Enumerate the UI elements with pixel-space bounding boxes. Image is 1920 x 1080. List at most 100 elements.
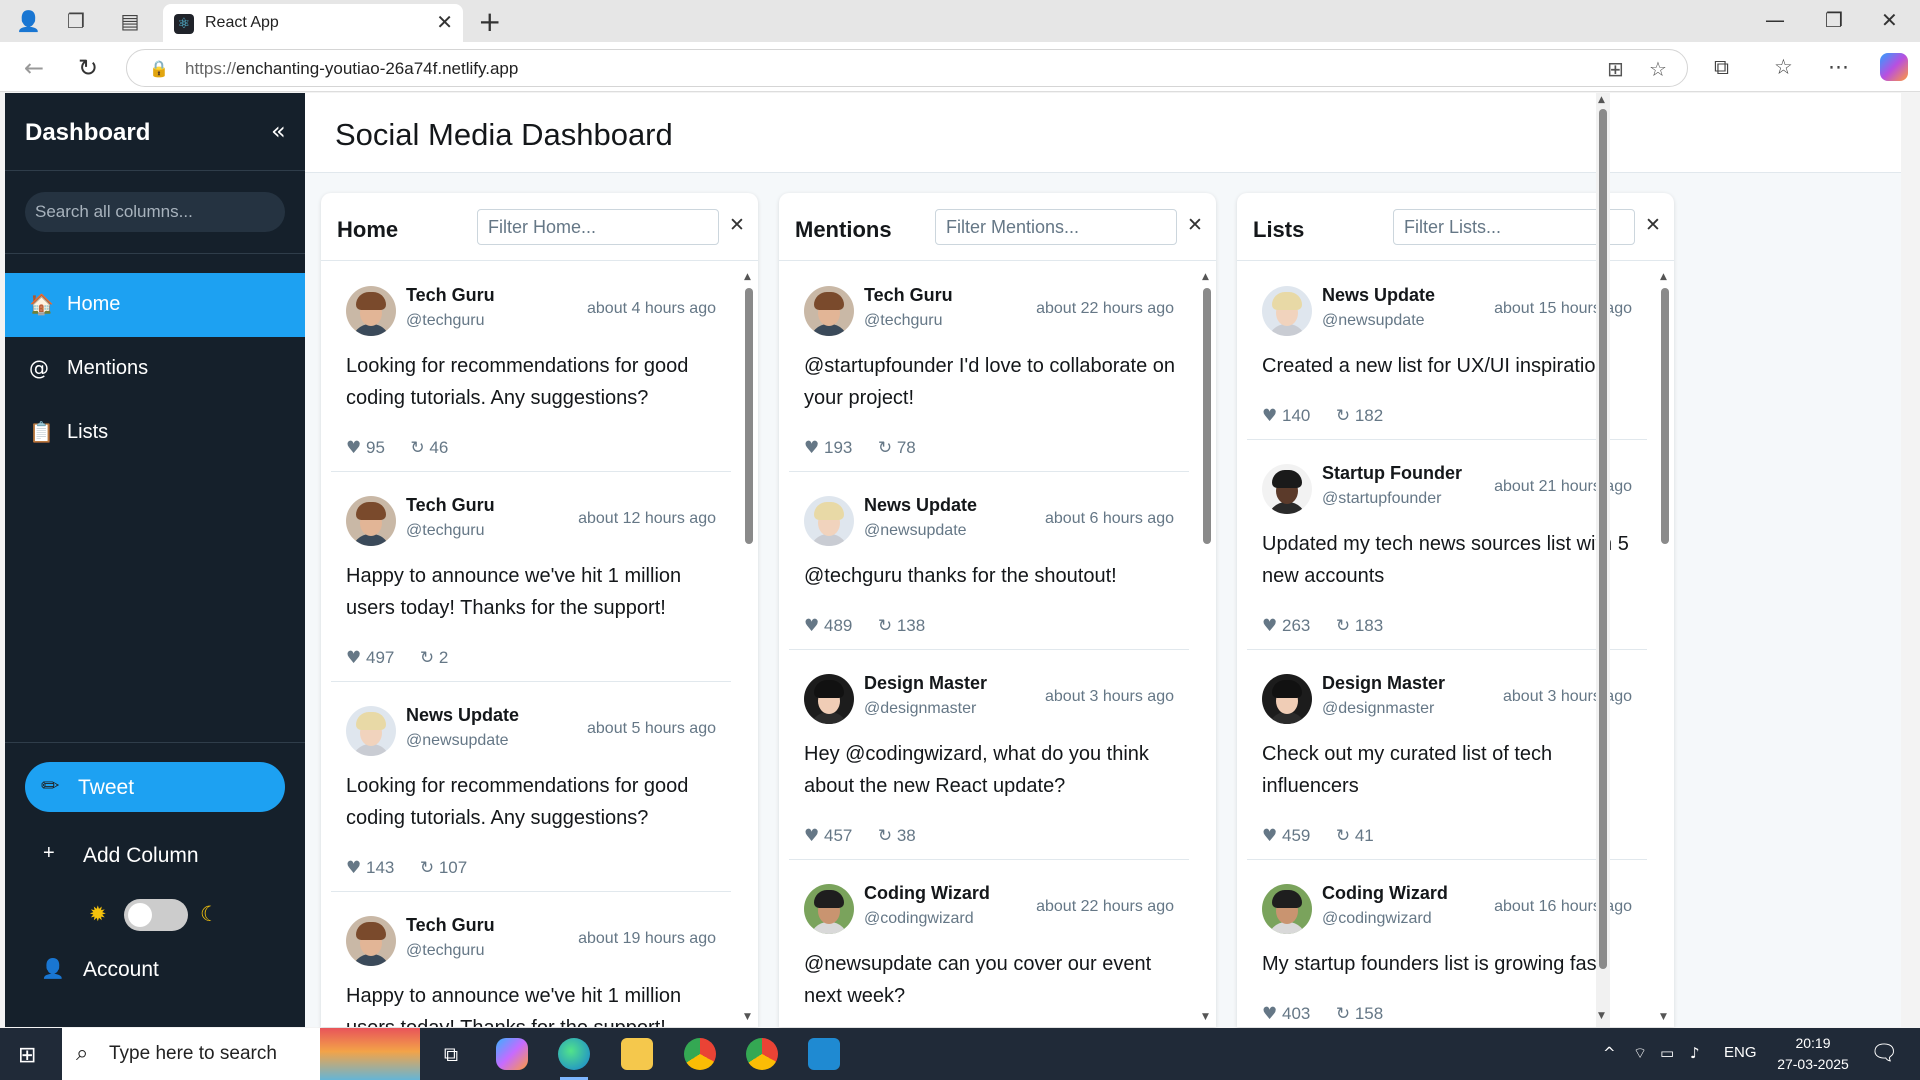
heart-icon[interactable]: ♥	[346, 438, 361, 458]
tweet-card[interactable]: News Update @newsupdate about 5 hours ag…	[331, 682, 731, 892]
sidebar-item-lists[interactable]: 📋 Lists	[5, 401, 305, 465]
tweet-author-name[interactable]: Design Master	[864, 673, 987, 694]
vertical-tabs-icon[interactable]: ▤	[118, 9, 142, 33]
avatar[interactable]	[1262, 464, 1312, 514]
new-tab-icon[interactable]: +	[478, 5, 501, 38]
account-button[interactable]: 👤 Account	[25, 945, 285, 993]
tweet-author-handle[interactable]: @techguru	[406, 312, 485, 330]
tweet-author-handle[interactable]: @newsupdate	[406, 732, 509, 750]
app-available-icon[interactable]: ⊞	[1607, 57, 1624, 81]
extensions-icon[interactable]: ⧉	[1714, 55, 1729, 80]
tweet-button[interactable]: ✏ Tweet	[25, 762, 285, 812]
retweet-icon[interactable]: ↻	[878, 438, 892, 458]
retweet-icon[interactable]: ↻	[420, 858, 434, 878]
heart-icon[interactable]: ♥	[1262, 616, 1277, 636]
favorite-star-icon[interactable]: ☆	[1649, 57, 1667, 81]
tweet-author-handle[interactable]: @codingwizard	[1322, 910, 1432, 928]
minimize-icon[interactable]: —	[1765, 8, 1785, 32]
scrollbar-thumb[interactable]	[745, 288, 753, 544]
collapse-icon[interactable]: «	[271, 117, 286, 145]
retweet-icon[interactable]: ↻	[410, 438, 424, 458]
avatar[interactable]	[1262, 674, 1312, 724]
clock[interactable]: 20:19 27-03-2025	[1768, 1033, 1858, 1075]
tweet-card[interactable]: Coding Wizard @codingwizard about 16 hou…	[1247, 860, 1647, 1027]
column-scrollbar[interactable]: ▲ ▼	[743, 272, 755, 1027]
task-view-icon[interactable]: ⧉	[435, 1038, 467, 1070]
tweet-author-handle[interactable]: @techguru	[864, 312, 943, 330]
heart-icon[interactable]: ♥	[1262, 826, 1277, 846]
restore-icon[interactable]: ❐	[1825, 8, 1843, 32]
heart-icon[interactable]: ♥	[804, 616, 819, 636]
avatar[interactable]	[804, 286, 854, 336]
close-column-icon[interactable]: ✕	[1187, 214, 1203, 236]
tweet-author-name[interactable]: Coding Wizard	[864, 883, 990, 904]
scroll-down-icon[interactable]: ▼	[1660, 1012, 1667, 1022]
refresh-icon[interactable]: ↻	[78, 54, 98, 82]
avatar[interactable]	[804, 496, 854, 546]
theme-toggle[interactable]	[124, 899, 188, 931]
favorites-icon[interactable]: ☆	[1774, 55, 1793, 79]
chrome-profile-icon[interactable]	[746, 1038, 778, 1070]
column-filter-input[interactable]	[935, 209, 1177, 245]
retweet-icon[interactable]: ↻	[1336, 406, 1350, 426]
avatar[interactable]	[1262, 286, 1312, 336]
profile-icon[interactable]: 👤	[16, 9, 41, 33]
more-icon[interactable]: ⋯	[1828, 55, 1849, 79]
battery-icon[interactable]: ▭	[1660, 1044, 1674, 1062]
tweet-author-name[interactable]: Coding Wizard	[1322, 883, 1448, 904]
close-window-icon[interactable]: ✕	[1881, 8, 1898, 32]
tweet-card[interactable]: News Update @newsupdate about 6 hours ag…	[789, 472, 1189, 650]
column-scrollbar[interactable]: ▲ ▼	[1201, 272, 1213, 1027]
tweet-author-handle[interactable]: @designmaster	[864, 700, 976, 718]
scroll-up-icon[interactable]: ▲	[1660, 272, 1667, 282]
chevron-up-icon[interactable]: ^	[1603, 1044, 1616, 1062]
scroll-up-icon[interactable]: ▲	[1598, 95, 1605, 105]
workspaces-icon[interactable]: ❐	[64, 9, 88, 33]
tweet-author-handle[interactable]: @newsupdate	[1322, 312, 1425, 330]
tweet-card[interactable]: News Update @newsupdate about 15 hours a…	[1247, 262, 1647, 440]
scroll-up-icon[interactable]: ▲	[1202, 272, 1209, 282]
tweet-author-handle[interactable]: @techguru	[406, 942, 485, 960]
avatar[interactable]	[804, 884, 854, 934]
tweet-author-name[interactable]: Design Master	[1322, 673, 1445, 694]
tweet-card[interactable]: Startup Founder @startupfounder about 21…	[1247, 440, 1647, 650]
page-scrollbar[interactable]: ▲ ▼	[1596, 93, 1610, 1027]
avatar[interactable]	[1262, 884, 1312, 934]
scroll-down-icon[interactable]: ▼	[1202, 1012, 1209, 1022]
address-bar[interactable]: 🔒 https://enchanting-youtiao-26a74f.netl…	[126, 49, 1688, 87]
tweet-author-name[interactable]: Tech Guru	[406, 285, 495, 306]
sidebar-item-mentions[interactable]: @ Mentions	[5, 337, 305, 401]
scrollbar-thumb[interactable]	[1599, 109, 1607, 969]
tweet-card[interactable]: Tech Guru @techguru about 4 hours ago Lo…	[331, 262, 731, 472]
retweet-icon[interactable]: ↻	[878, 826, 892, 846]
tweet-author-handle[interactable]: @newsupdate	[864, 522, 967, 540]
heart-icon[interactable]: ♥	[1262, 406, 1277, 426]
volume-icon[interactable]: ♪	[1690, 1044, 1700, 1062]
tweet-author-handle[interactable]: @designmaster	[1322, 700, 1434, 718]
column-filter-input[interactable]	[477, 209, 719, 245]
close-tab-icon[interactable]: ✕	[436, 10, 453, 34]
vscode-icon[interactable]	[808, 1038, 840, 1070]
avatar[interactable]	[346, 706, 396, 756]
language-indicator[interactable]: ENG	[1724, 1044, 1757, 1061]
tweet-author-name[interactable]: Tech Guru	[406, 915, 495, 936]
heart-icon[interactable]: ♥	[1262, 1004, 1277, 1024]
tweet-card[interactable]: Coding Wizard @codingwizard about 22 hou…	[789, 860, 1189, 1027]
retweet-icon[interactable]: ↻	[1336, 1004, 1350, 1024]
close-column-icon[interactable]: ✕	[729, 214, 745, 236]
scrollbar-thumb[interactable]	[1661, 288, 1669, 544]
retweet-icon[interactable]: ↻	[1336, 616, 1350, 636]
copilot-app-icon[interactable]	[496, 1038, 528, 1070]
tweet-author-handle[interactable]: @startupfounder	[1322, 490, 1441, 508]
tweet-card[interactable]: Tech Guru @techguru about 22 hours ago @…	[789, 262, 1189, 472]
add-column-button[interactable]: + Add Column	[25, 831, 285, 879]
copilot-icon[interactable]	[1880, 53, 1908, 81]
network-icon[interactable]: ⌔	[1633, 1044, 1647, 1063]
sidebar-item-home[interactable]: 🏠 Home	[5, 273, 305, 337]
search-highlight-image[interactable]	[320, 1028, 420, 1080]
scrollbar-thumb[interactable]	[1203, 288, 1211, 544]
tweet-card[interactable]: Tech Guru @techguru about 12 hours ago H…	[331, 472, 731, 682]
avatar[interactable]	[346, 916, 396, 966]
heart-icon[interactable]: ♥	[804, 438, 819, 458]
retweet-icon[interactable]: ↻	[1336, 826, 1350, 846]
